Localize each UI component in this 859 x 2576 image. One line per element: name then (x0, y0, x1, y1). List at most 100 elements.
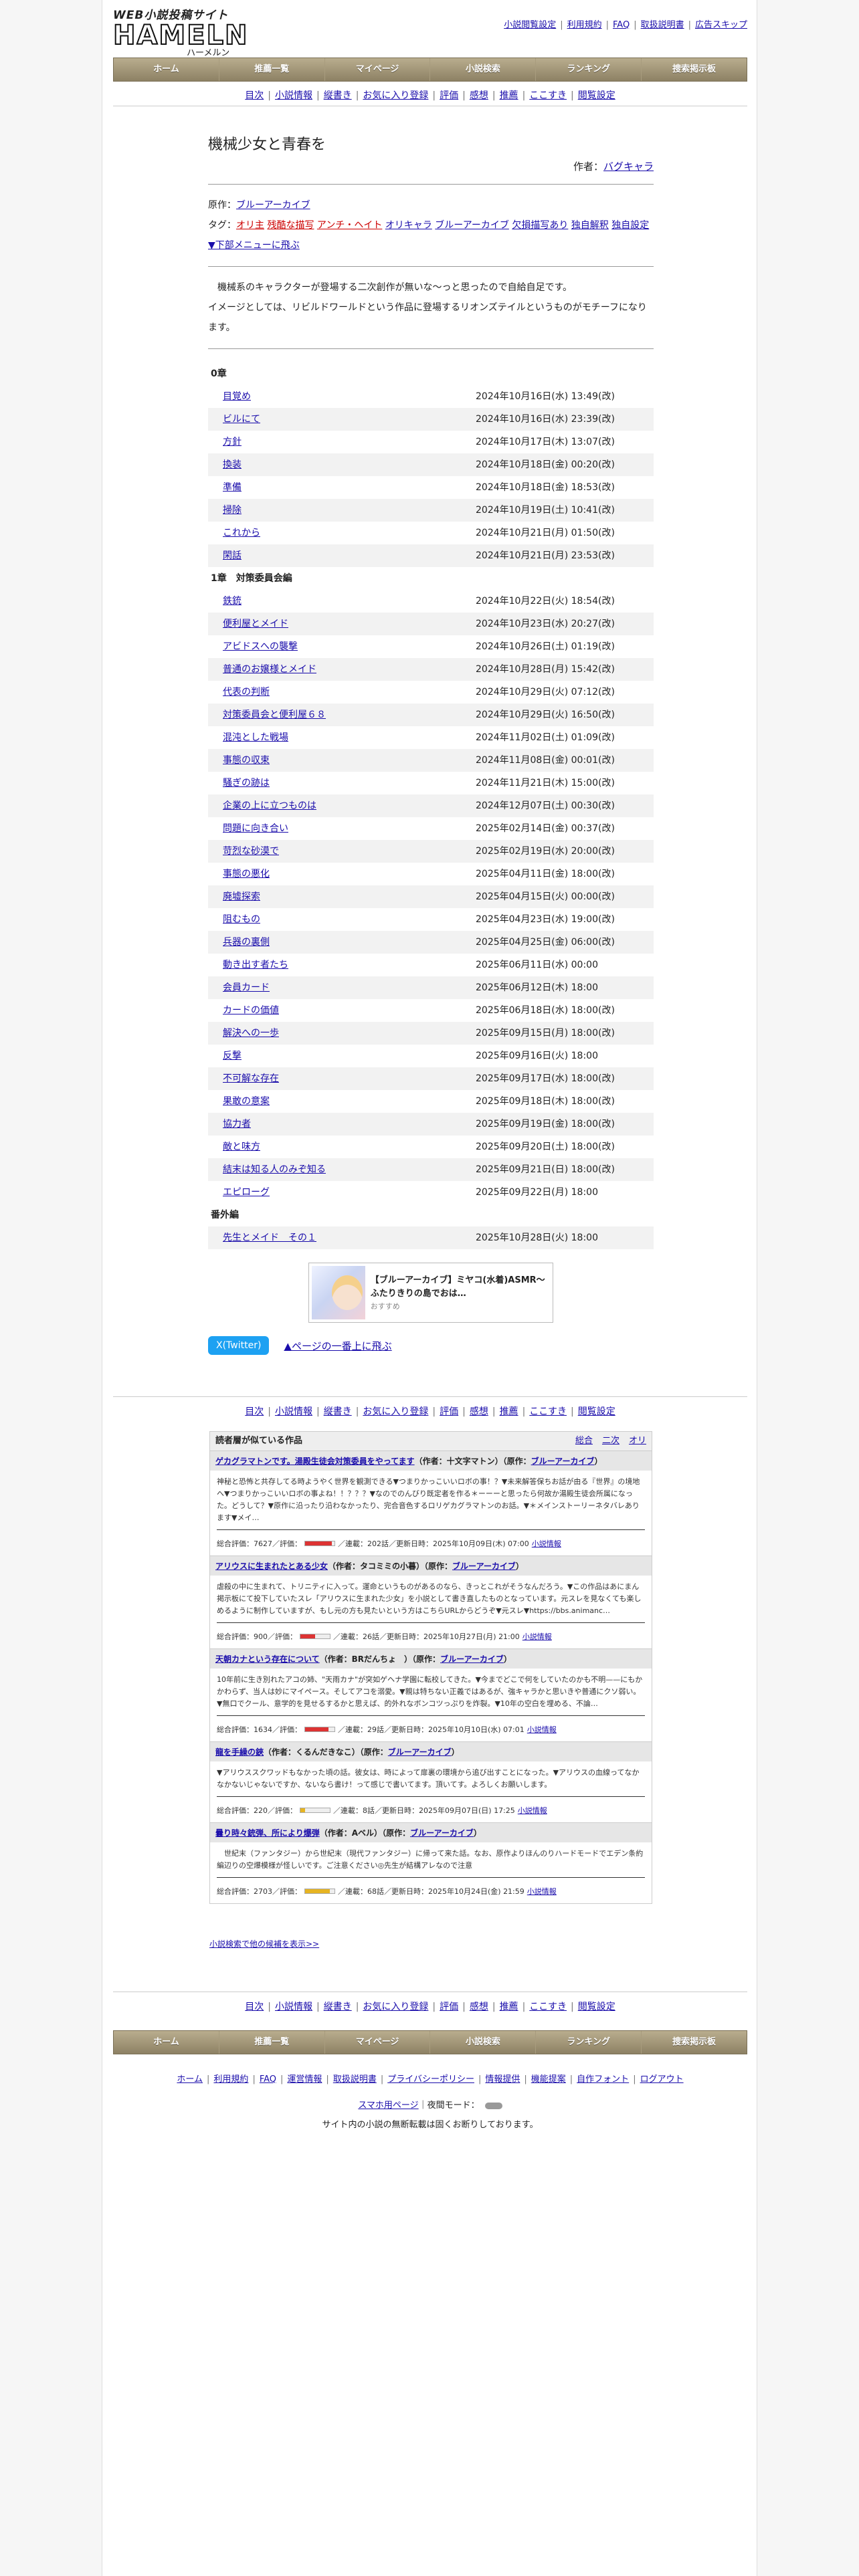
subnav-link[interactable]: 推薦 (500, 90, 518, 101)
episode-link[interactable]: エピローグ (223, 1187, 270, 1198)
episode-link[interactable]: 方針 (223, 437, 242, 447)
nav-item[interactable]: ホーム (114, 58, 219, 81)
episode-link[interactable]: 事態の悪化 (223, 869, 270, 879)
tag-link[interactable]: 残酷な描写 (267, 220, 314, 231)
episode-link[interactable]: 閑話 (223, 550, 242, 561)
nav-item[interactable]: ランキング (536, 58, 642, 81)
rec-tab[interactable]: 総合 (575, 1436, 593, 1446)
rec-item-orig[interactable]: ブルーアーカイブ (452, 1562, 516, 1571)
footer-link[interactable]: 利用規約 (213, 2074, 248, 2084)
tag-link[interactable]: オリキャラ (385, 220, 432, 231)
x-share-button[interactable]: X(Twitter) (208, 1336, 270, 1355)
mobile-page-link[interactable]: スマホ用ページ (358, 2101, 418, 2111)
top-link[interactable]: 利用規約 (567, 20, 602, 30)
tag-link[interactable]: ブルーアーカイブ (435, 220, 509, 231)
subnav-link[interactable]: 目次 (245, 1406, 264, 1417)
tag-link[interactable]: アンチ・ヘイト (317, 220, 382, 231)
subnav-link[interactable]: ここすき (529, 90, 567, 101)
subnav-link[interactable]: 目次 (245, 2002, 264, 2012)
rec-item-title[interactable]: アリウスに生まれたとある少女 (215, 1562, 328, 1571)
rec-item-orig[interactable]: ブルーアーカイブ (531, 1457, 595, 1466)
footer-link[interactable]: 自作フォント (577, 2074, 629, 2084)
top-link[interactable]: 小説閲覧設定 (504, 20, 556, 30)
episode-link[interactable]: 事態の収束 (223, 755, 270, 766)
subnav-link[interactable]: 感想 (470, 2002, 488, 2012)
top-link[interactable]: FAQ (613, 20, 630, 30)
rec-info-link[interactable]: 小説情報 (527, 1724, 557, 1735)
episode-link[interactable]: 鉄銃 (223, 596, 242, 607)
episode-link[interactable]: 不可解な存在 (223, 1073, 279, 1084)
episode-link[interactable]: 便利屋とメイド (223, 619, 288, 629)
episode-link[interactable]: 企業の上に立つものは (223, 800, 316, 811)
rec-info-link[interactable]: 小説情報 (532, 1538, 561, 1549)
footer-link[interactable]: 取扱説明書 (333, 2074, 377, 2084)
site-logo[interactable]: WEB小説投稿サイト HAMELN ハーメルン (112, 5, 267, 58)
rec-tab[interactable]: オリ (629, 1436, 646, 1446)
subnav-link[interactable]: 目次 (245, 90, 264, 101)
footer-link[interactable]: プライバシーポリシー (387, 2074, 474, 2084)
tag-link[interactable]: 独自解釈 (571, 220, 609, 231)
subnav-link[interactable]: 小説情報 (275, 90, 312, 101)
subnav-link[interactable]: 評価 (440, 90, 458, 101)
jump-to-bottom-link[interactable]: ▼下部メニューに飛ぶ (208, 240, 300, 251)
rec-item-orig[interactable]: ブルーアーカイブ (440, 1654, 504, 1664)
subnav-link[interactable]: 閲覧設定 (578, 90, 615, 101)
episode-link[interactable]: 反撃 (223, 1051, 242, 1061)
nav-item[interactable]: 捜索掲示板 (642, 58, 747, 81)
footer-link[interactable]: ログアウト (640, 2074, 684, 2084)
subnav-link[interactable]: 縦書き (324, 90, 352, 101)
episode-link[interactable]: 普通のお嬢様とメイド (223, 664, 316, 675)
nav-item[interactable]: 推薦一覧 (219, 2031, 325, 2054)
episode-link[interactable]: カードの価値 (223, 1005, 279, 1016)
nav-item[interactable]: 捜索掲示板 (642, 2031, 747, 2054)
subnav-link[interactable]: 感想 (470, 1406, 488, 1417)
author-link[interactable]: バグキャラ (603, 160, 654, 173)
episode-link[interactable]: 協力者 (223, 1119, 251, 1130)
rec-item-title[interactable]: ゲカグラマトンです。湯殿生徒会対策委員をやってます (215, 1457, 415, 1466)
rec-item-title[interactable]: 龍を手繰の鋏 (215, 1747, 264, 1757)
page-top-link[interactable]: ▲ページの一番上に飛ぶ (284, 1339, 391, 1353)
episode-link[interactable]: アビドスへの襲撃 (223, 641, 298, 652)
tag-link[interactable]: オリ主 (236, 220, 264, 231)
episode-link[interactable]: 準備 (223, 482, 242, 493)
rec-item-orig[interactable]: ブルーアーカイブ (410, 1828, 474, 1838)
footer-link[interactable]: 情報提供 (485, 2074, 520, 2084)
subnav-link[interactable]: お気に入り登録 (363, 90, 428, 101)
tag-link[interactable]: 独自設定 (611, 220, 649, 231)
rec-item-title[interactable]: 天朝カナという存在について (215, 1654, 320, 1664)
nav-item[interactable]: ホーム (114, 2031, 219, 2054)
subnav-link[interactable]: 小説情報 (275, 1406, 312, 1417)
episode-link[interactable]: 先生とメイド その１ (223, 1232, 316, 1243)
subnav-link[interactable]: 閲覧設定 (578, 1406, 615, 1417)
rec-item-orig[interactable]: ブルーアーカイブ (388, 1747, 452, 1757)
episode-link[interactable]: 換装 (223, 459, 242, 470)
subnav-link[interactable]: 推薦 (500, 2002, 518, 2012)
nav-item[interactable]: 小説検索 (430, 58, 537, 81)
nav-item[interactable]: 推薦一覧 (219, 58, 325, 81)
episode-link[interactable]: 解決への一歩 (223, 1028, 279, 1039)
episode-link[interactable]: 廃墟探索 (223, 891, 260, 902)
episode-link[interactable]: 阻むもの (223, 914, 260, 925)
subnav-link[interactable]: ここすき (529, 1406, 567, 1417)
nav-item[interactable]: マイページ (325, 2031, 431, 2054)
footer-link[interactable]: FAQ (260, 2074, 276, 2084)
nav-item[interactable]: 小説検索 (430, 2031, 537, 2054)
subnav-link[interactable]: 推薦 (500, 1406, 518, 1417)
subnav-link[interactable]: 小説情報 (275, 2002, 312, 2012)
episode-link[interactable]: 動き出す者たち (223, 960, 288, 970)
episode-link[interactable]: 兵器の裏側 (223, 937, 270, 948)
top-link[interactable]: 取扱説明書 (641, 20, 684, 30)
ad-banner[interactable]: 【ブルーアーカイブ】ミヤコ(水着)ASMR〜ふたりきりの島でおは… おすすめ (308, 1263, 553, 1323)
top-link[interactable]: 広告スキップ (695, 20, 747, 30)
nav-item[interactable]: ランキング (536, 2031, 642, 2054)
subnav-link[interactable]: お気に入り登録 (363, 1406, 428, 1417)
footer-link[interactable]: 機能提案 (531, 2074, 566, 2084)
episode-link[interactable]: ビルにて (223, 414, 260, 425)
subnav-link[interactable]: 評価 (440, 1406, 458, 1417)
episode-link[interactable]: 代表の判断 (223, 687, 270, 697)
episode-link[interactable]: 苛烈な砂漠で (223, 846, 279, 857)
episode-link[interactable]: 混沌とした戦場 (223, 732, 288, 743)
subnav-link[interactable]: 感想 (470, 90, 488, 101)
subnav-link[interactable]: 縦書き (324, 1406, 352, 1417)
tag-link[interactable]: 欠損描写あり (512, 220, 568, 231)
